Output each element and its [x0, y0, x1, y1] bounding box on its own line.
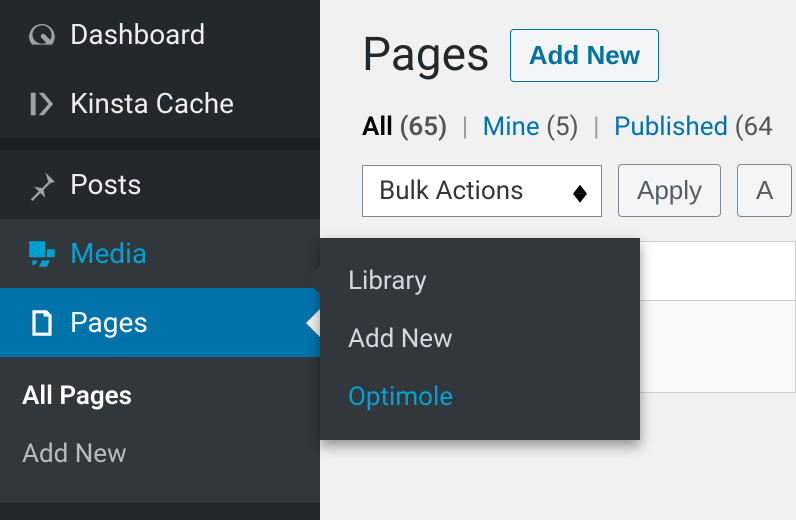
filter-published[interactable]: Published (64 — [614, 112, 773, 142]
media-flyout-submenu: Library Add New Optimole — [320, 238, 640, 440]
menu-separator — [0, 138, 320, 150]
sidebar-item-label: Pages — [70, 306, 148, 339]
admin-sidebar: Dashboard Kinsta Cache Posts Media Pages… — [0, 0, 320, 520]
media-icon — [22, 238, 62, 270]
heading-row: Pages Add New — [362, 28, 796, 82]
sidebar-item-label: Kinsta Cache — [70, 87, 234, 120]
page-title: Pages — [362, 28, 490, 82]
submenu-item-add-new[interactable]: Add New — [0, 425, 320, 483]
sidebar-item-pages[interactable]: Pages — [0, 288, 320, 357]
apply-button[interactable]: Apply — [618, 164, 721, 217]
pages-icon — [22, 307, 62, 339]
pages-submenu: All Pages Add New — [0, 357, 320, 503]
sidebar-item-kinsta-cache[interactable]: Kinsta Cache — [0, 69, 320, 138]
sidebar-item-label: Posts — [70, 168, 142, 201]
submenu-item-all-pages[interactable]: All Pages — [0, 367, 320, 425]
kinsta-icon — [22, 88, 62, 120]
view-filters: All (65) | Mine (5) | Published (64 — [362, 112, 796, 142]
bulk-actions-row: Bulk Actions Apply A — [362, 164, 796, 217]
sidebar-item-media[interactable]: Media — [0, 219, 320, 288]
dashboard-icon — [22, 19, 62, 51]
filter-all[interactable]: All (65) — [362, 112, 454, 142]
flyout-item-library[interactable]: Library — [320, 252, 640, 310]
flyout-item-optimole[interactable]: Optimole — [320, 368, 640, 426]
all-dates-select[interactable]: A — [737, 164, 792, 217]
filter-mine[interactable]: Mine (5) — [483, 112, 586, 142]
pin-icon — [22, 169, 62, 201]
flyout-item-add-new[interactable]: Add New — [320, 310, 640, 368]
sidebar-item-dashboard[interactable]: Dashboard — [0, 0, 320, 69]
sidebar-item-posts[interactable]: Posts — [0, 150, 320, 219]
bulk-actions-select[interactable]: Bulk Actions — [362, 165, 602, 217]
sidebar-item-label: Media — [70, 237, 147, 270]
sidebar-item-label: Dashboard — [70, 18, 205, 51]
add-new-button[interactable]: Add New — [510, 29, 659, 82]
